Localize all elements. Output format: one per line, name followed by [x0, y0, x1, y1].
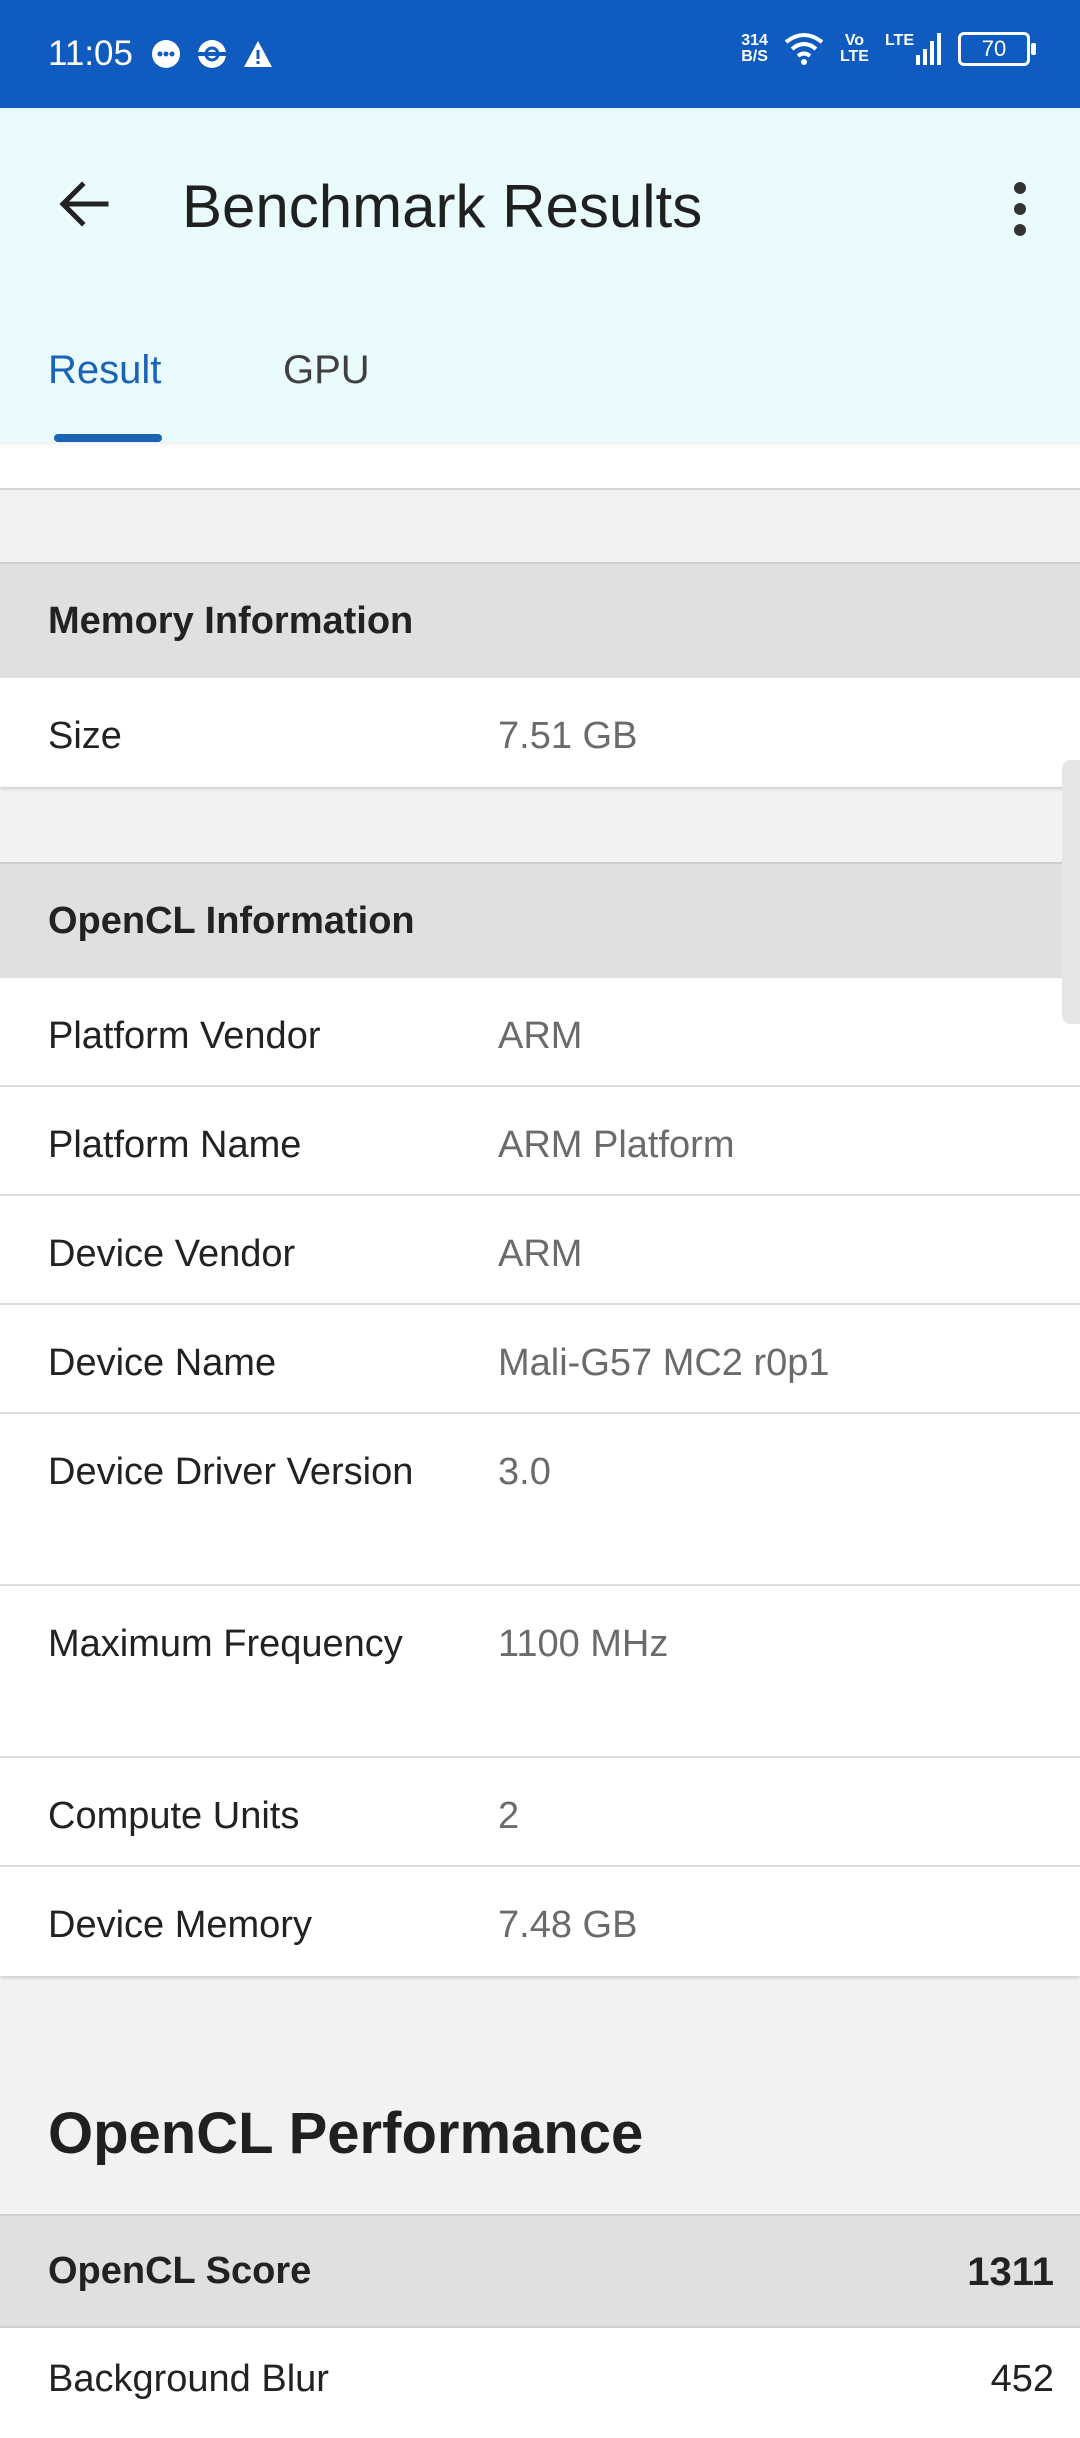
- lte-signal: LTE: [885, 33, 942, 65]
- info-row: Device Name Mali-G57 MC2 r0p1: [0, 1305, 1080, 1414]
- wifi-icon: [784, 33, 824, 65]
- section-header: OpenCL Information: [0, 862, 1080, 978]
- info-row: Compute Units 2: [0, 1758, 1080, 1867]
- memory-information-card: Memory Information Size 7.51 GB: [0, 562, 1080, 787]
- back-arrow-icon[interactable]: [54, 174, 114, 234]
- row-label: Platform Vendor: [48, 1015, 321, 1057]
- row-label: Compute Units: [48, 1795, 300, 1837]
- row-value: 7.51 GB: [498, 715, 638, 757]
- row-value: 7.48 GB: [498, 1904, 638, 1946]
- row-label: Device Vendor: [48, 1233, 296, 1275]
- row-value: ARM: [498, 1015, 583, 1057]
- info-row: Platform Name ARM Platform: [0, 1087, 1080, 1196]
- tab-result[interactable]: Result: [48, 348, 161, 393]
- page-title: Benchmark Results: [182, 173, 703, 240]
- score-label: OpenCL Score: [48, 2250, 312, 2292]
- test-label: Background Blur: [48, 2358, 329, 2400]
- row-label: Device Name: [48, 1342, 277, 1384]
- row-value: 3.0: [498, 1451, 551, 1493]
- score-value: 1311: [967, 2250, 1054, 2294]
- test-value: 452: [990, 2358, 1054, 2400]
- app-notification-icon: [198, 40, 226, 68]
- section-header: Memory Information: [0, 562, 1080, 678]
- row-label: Maximum Frequency: [48, 1623, 403, 1665]
- scrollbar[interactable]: [1062, 760, 1080, 1024]
- row-value: Mali-G57 MC2 r0p1: [498, 1342, 830, 1384]
- info-row: Platform Vendor ARM: [0, 978, 1080, 1087]
- info-row: Device Driver Version 3.0: [0, 1414, 1080, 1586]
- row-value: ARM Platform: [498, 1124, 735, 1166]
- app-bar: Benchmark Results Result GPU: [0, 108, 1080, 442]
- battery-icon: 70: [958, 32, 1036, 66]
- notification-icons: [150, 38, 274, 70]
- row-value: 1100 MHz: [498, 1623, 669, 1665]
- status-bar: 11:05 314 B/S Vo LTE LTE 70: [0, 0, 1080, 108]
- partial-row-clipped: [0, 442, 1080, 490]
- info-row: Device Vendor ARM: [0, 1196, 1080, 1305]
- info-row: Size 7.51 GB: [0, 678, 1080, 787]
- signal-bars-icon: [916, 33, 941, 65]
- network-speed: 314 B/S: [741, 32, 768, 65]
- row-label: Size: [48, 715, 122, 757]
- warning-icon: [244, 41, 272, 67]
- message-notification-icon: [152, 40, 180, 68]
- status-time: 11:05: [48, 34, 133, 73]
- more-options-icon[interactable]: [990, 174, 1050, 244]
- test-row[interactable]: Background Blur 452: [0, 2328, 1080, 2438]
- row-label: Device Driver Version: [48, 1451, 414, 1493]
- info-row: Device Memory 7.48 GB: [0, 1867, 1080, 1976]
- performance-title: OpenCL Performance: [48, 2101, 644, 2166]
- opencl-performance-card: OpenCL Score 1311 Background Blur 452: [0, 2214, 1080, 2438]
- status-indicators: 314 B/S Vo LTE LTE 70: [741, 32, 1036, 66]
- info-row: Maximum Frequency 1100 MHz: [0, 1586, 1080, 1758]
- row-value: ARM: [498, 1233, 583, 1275]
- row-label: Device Memory: [48, 1904, 312, 1946]
- opencl-information-card: OpenCL Information Platform Vendor ARM P…: [0, 862, 1080, 1976]
- row-label: Platform Name: [48, 1124, 302, 1166]
- score-row: OpenCL Score 1311: [0, 2214, 1080, 2328]
- selected-tab-indicator: [54, 434, 162, 442]
- row-value: 2: [498, 1795, 520, 1837]
- volte-indicator: Vo LTE: [839, 32, 869, 65]
- tab-gpu[interactable]: GPU: [283, 348, 370, 393]
